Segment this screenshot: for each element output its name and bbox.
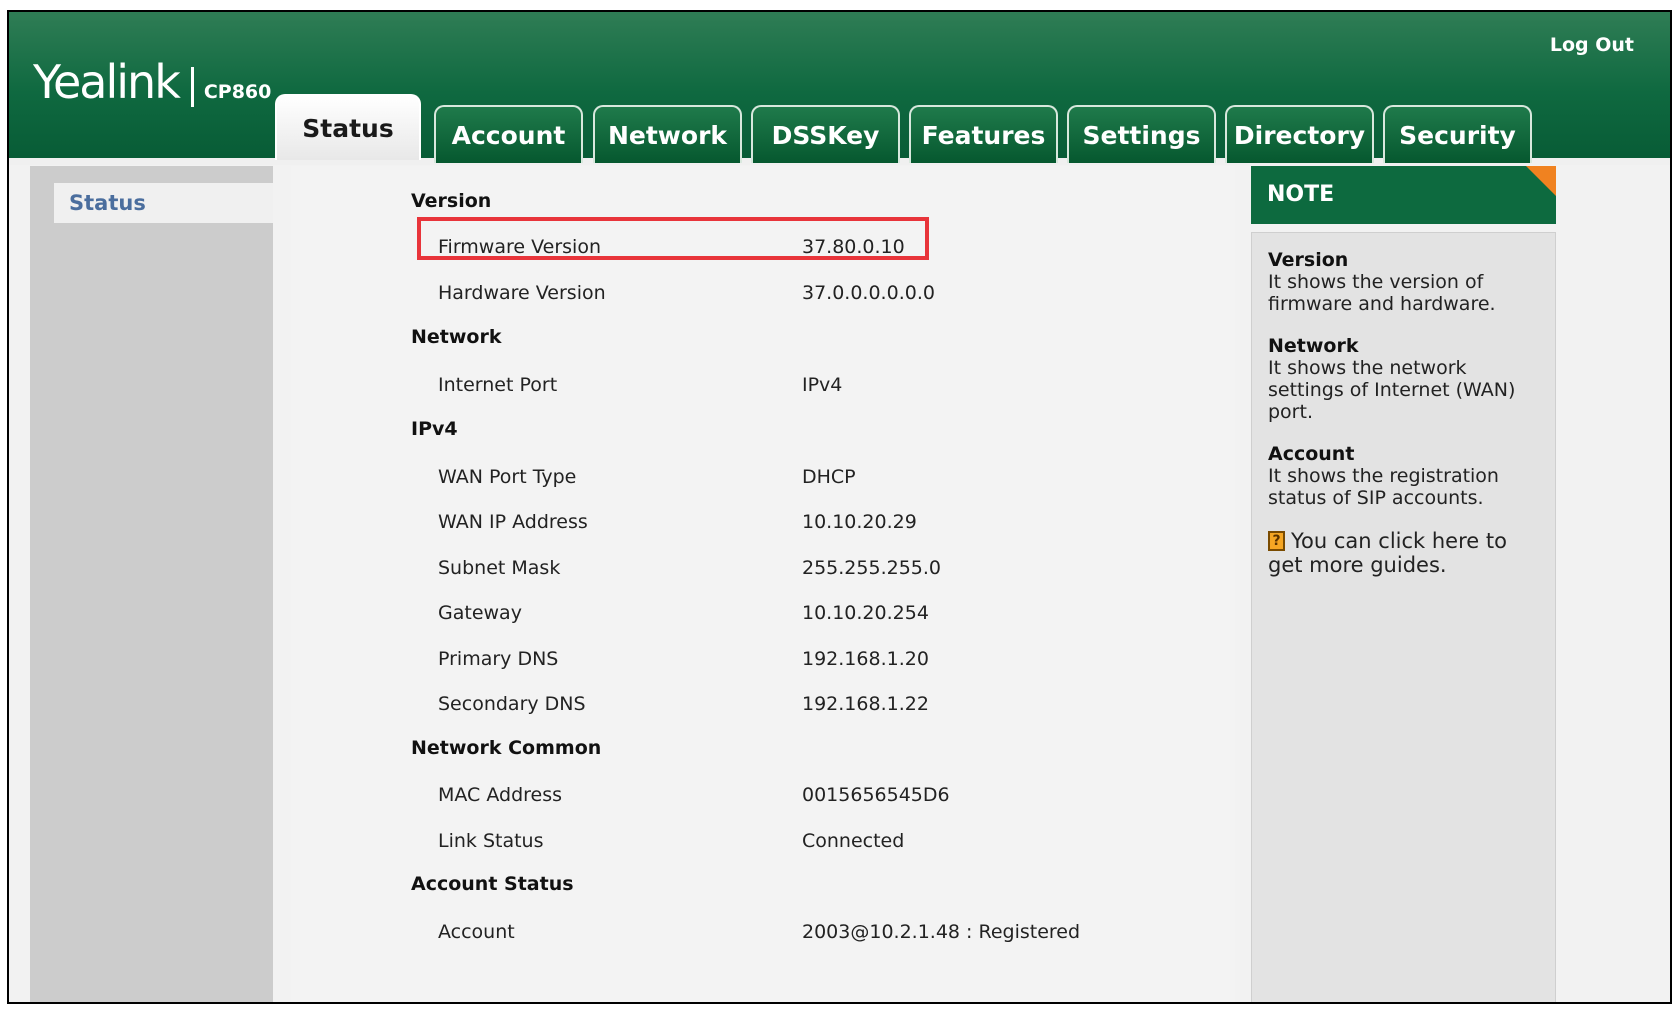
header-bar: Yealink CP860 Log Out Status Account Net…: [9, 12, 1670, 165]
primary-dns-value: 192.168.1.20: [802, 648, 929, 670]
mac-address-label: MAC Address: [438, 784, 563, 806]
secondary-dns-value: 192.168.1.22: [802, 693, 929, 715]
section-network-common-title: Network Common: [411, 737, 602, 759]
gateway-label: Gateway: [438, 602, 522, 624]
primary-dns-label: Primary DNS: [438, 648, 559, 670]
firmware-version-value: 37.80.0.10: [802, 236, 905, 258]
note-network-text: It shows the network settings of Interne…: [1268, 357, 1516, 423]
sidebar-item-status[interactable]: Status: [54, 183, 273, 223]
tab-features[interactable]: Features: [909, 105, 1058, 163]
account-label: Account: [438, 921, 515, 943]
note-account-text: It shows the registration status of SIP …: [1268, 465, 1499, 509]
sidebar: Status: [30, 166, 273, 1002]
account-value: 2003@10.2.1.48 : Registered: [802, 921, 1081, 943]
wan-ip-label: WAN IP Address: [438, 511, 588, 533]
section-account-status-title: Account Status: [411, 873, 574, 895]
gateway-value: 10.10.20.254: [802, 602, 929, 624]
guide-link[interactable]: ? You can click here to get more guides.: [1268, 529, 1539, 577]
note-title: NOTE: [1267, 182, 1335, 207]
tab-security[interactable]: Security: [1383, 105, 1532, 163]
tab-directory[interactable]: Directory: [1225, 105, 1374, 163]
internet-port-value: IPv4: [802, 374, 843, 396]
browser-page: Yealink CP860 Log Out Status Account Net…: [7, 10, 1672, 1004]
note-version-text: It shows the version of firmware and har…: [1268, 271, 1496, 315]
model-name: CP860: [203, 81, 272, 103]
brand-name: Yealink: [33, 55, 181, 109]
secondary-dns-label: Secondary DNS: [438, 693, 586, 715]
tab-settings[interactable]: Settings: [1067, 105, 1216, 163]
tab-network[interactable]: Network: [593, 105, 742, 163]
link-status-label: Link Status: [438, 830, 544, 852]
subnet-mask-label: Subnet Mask: [438, 557, 561, 579]
subnet-mask-value: 255.255.255.0: [802, 557, 942, 579]
wan-ip-value: 10.10.20.29: [802, 511, 917, 533]
tab-account[interactable]: Account: [434, 105, 583, 163]
section-version-title: Version: [411, 190, 492, 212]
tab-dsskey[interactable]: DSSKey: [751, 105, 900, 163]
wan-port-type-label: WAN Port Type: [438, 466, 577, 488]
note-corner-flag: [1526, 166, 1556, 196]
section-network-title: Network: [411, 326, 502, 348]
help-book-icon[interactable]: ?: [1268, 531, 1285, 551]
logo-separator: [190, 67, 194, 107]
note-version-title: Version: [1268, 249, 1349, 271]
guide-text[interactable]: You can click here to get more guides.: [1268, 529, 1507, 577]
hardware-version-label: Hardware Version: [438, 282, 606, 304]
internet-port-label: Internet Port: [438, 374, 558, 396]
yealink-logo: Yealink CP860: [33, 54, 271, 120]
note-account-title: Account: [1268, 443, 1355, 465]
section-ipv4-title: IPv4: [411, 418, 458, 440]
mac-address-value: 0015656545D6: [802, 784, 950, 806]
firmware-version-label: Firmware Version: [438, 236, 601, 258]
note-panel: Version It shows the version of firmware…: [1251, 232, 1556, 1002]
note-header: NOTE: [1251, 166, 1556, 224]
status-content: Version Firmware Version 37.80.0.10 Hard…: [291, 166, 1235, 1002]
tab-status[interactable]: Status: [275, 94, 421, 160]
wan-port-type-value: DHCP: [802, 466, 856, 488]
hardware-version-value: 37.0.0.0.0.0.0: [802, 282, 935, 304]
link-status-value: Connected: [802, 830, 905, 852]
logout-link[interactable]: Log Out: [1550, 34, 1634, 56]
note-network-title: Network: [1268, 335, 1359, 357]
